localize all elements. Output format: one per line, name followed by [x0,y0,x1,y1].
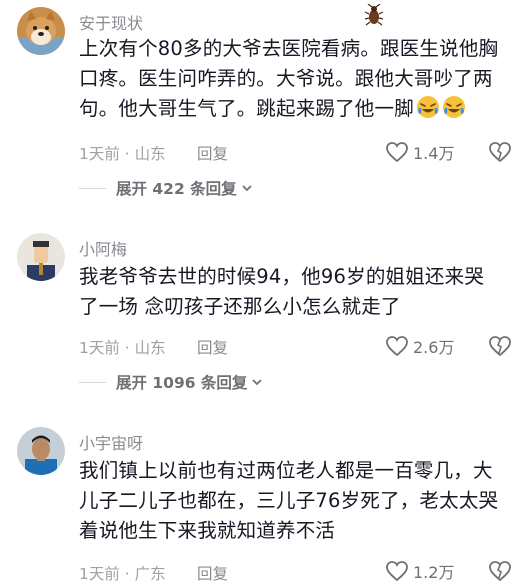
avatar[interactable] [17,427,65,475]
comment-text-line: 着说他生下来我就知道养不活 [79,519,336,542]
reply-button[interactable]: 回复 [197,562,228,584]
comment-text-line: 儿子二儿子也都在，三儿子76岁死了，老太太哭 [79,489,499,512]
comment-username[interactable]: 小宇宙呀 [79,430,143,454]
comment-text: 我们镇上以前也有过两位老人都是一百零几，大 儿子二儿子也都在，三儿子76岁死了，… [79,456,524,546]
broken-heart-icon[interactable] [487,560,513,582]
like-count: 1.2万 [413,563,455,582]
heart-outline-icon [386,561,408,582]
comment-text-line: 我们镇上以前也有过两位老人都是一百零几，大 [79,459,493,482]
comment-time-location: 1天前 · 广东 [79,565,166,583]
like-button[interactable]: 1.2万 [385,558,454,584]
comment-item: 小宇宙呀 我们镇上以前也有过两位老人都是一百零几，大 儿子二儿子也都在，三儿子7… [0,0,530,584]
